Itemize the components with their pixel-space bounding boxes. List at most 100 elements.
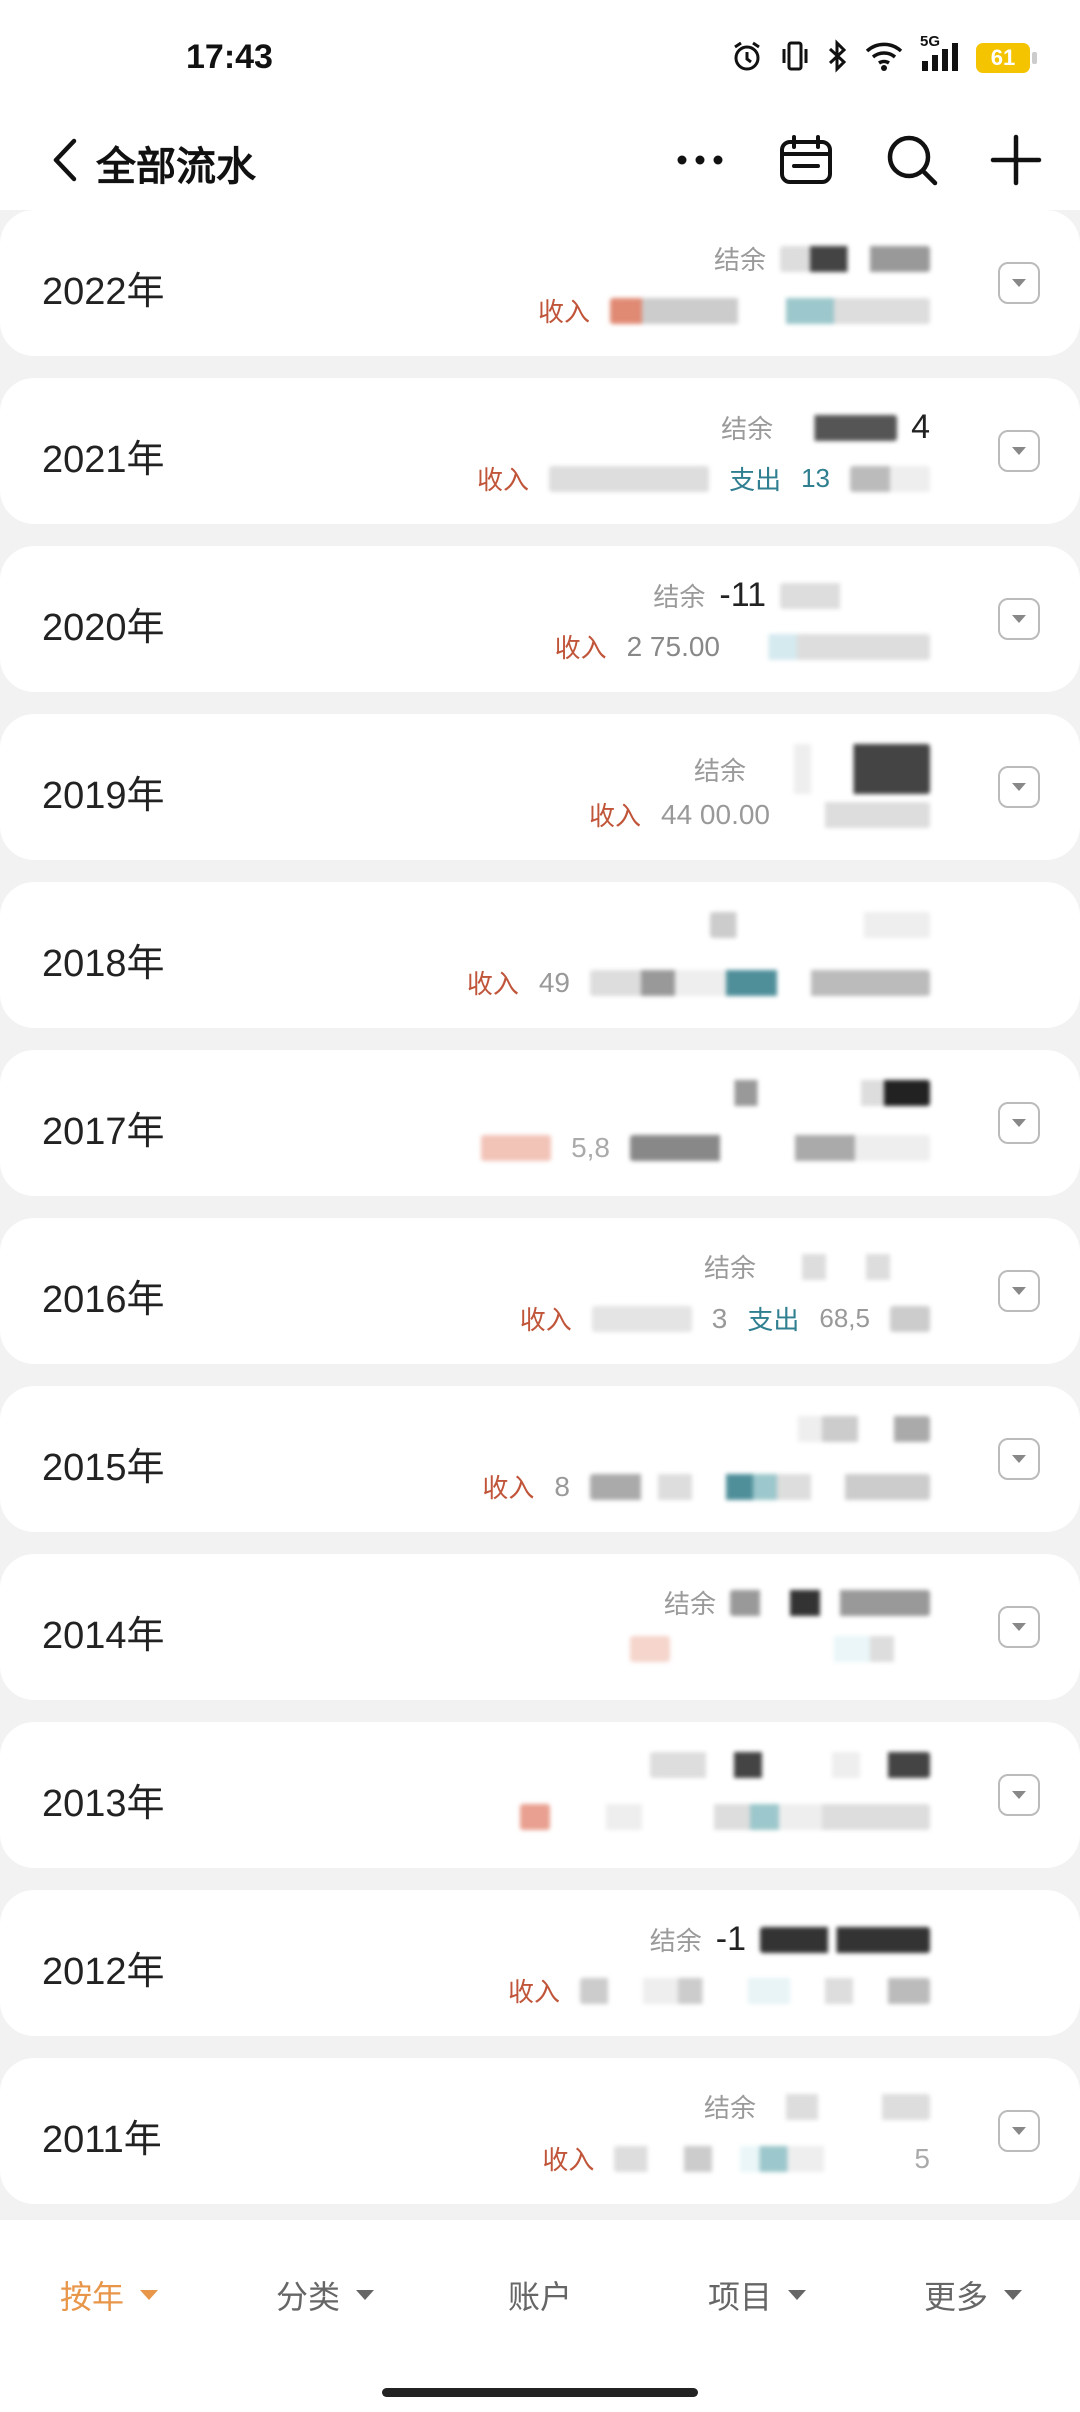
balance-summary: [650, 1752, 930, 1778]
year-row-2020[interactable]: 2020年 结余 -11 收入 2 75.00: [0, 546, 1080, 692]
expand-toggle[interactable]: [998, 262, 1040, 304]
balance-summary: 结余 4: [721, 408, 930, 447]
expand-toggle[interactable]: [998, 1270, 1040, 1312]
income-value: 5,8: [571, 1132, 610, 1163]
expense-value: 5: [914, 2142, 930, 2174]
blurred-value: [760, 1926, 930, 1953]
nav-label: 项目: [708, 2279, 773, 2315]
nav-label: 更多: [924, 2279, 989, 2315]
year-row-2014[interactable]: 2014年 结余: [0, 1554, 1080, 1700]
income-label: 收入: [588, 801, 641, 831]
search-icon: [887, 135, 938, 186]
year-row-2017[interactable]: 2017年 5,8: [0, 1050, 1080, 1196]
flow-summary: [520, 1804, 930, 1830]
year-label: 2017年: [42, 1111, 165, 1153]
chevron-down-icon: [1012, 1623, 1026, 1631]
blurred-value: [780, 582, 930, 609]
more-button[interactable]: [670, 130, 730, 190]
expand-toggle[interactable]: [998, 1102, 1040, 1144]
expand-toggle[interactable]: [998, 1438, 1040, 1480]
caret-down-icon: [788, 2290, 807, 2300]
year-row-2022[interactable]: 2022年 结余 收入: [0, 210, 1080, 356]
balance-summary: [710, 912, 930, 938]
more-icon: [677, 155, 723, 165]
blurred-value: [770, 1253, 930, 1280]
blurred-value: [481, 1135, 552, 1161]
blurred-value: [790, 801, 930, 828]
nav-project[interactable]: 项目: [708, 2272, 807, 2318]
year-row-2011[interactable]: 2011年 结余 收入 5: [0, 2058, 1080, 2204]
income-label: 收入: [519, 1305, 572, 1335]
nav-label: 账户: [508, 2279, 573, 2315]
blurred-value: [630, 1135, 930, 1161]
search-button[interactable]: [882, 130, 942, 190]
income-label: 收入: [507, 1977, 560, 2007]
balance-label: 结余: [703, 1253, 756, 1283]
year-row-2016[interactable]: 2016年 结余 收入 3 支出 68,5: [0, 1218, 1080, 1364]
caret-down-icon: [356, 2290, 375, 2300]
expand-toggle[interactable]: [998, 2110, 1040, 2152]
balance-value: -11: [719, 576, 766, 614]
expand-toggle[interactable]: [998, 1774, 1040, 1816]
add-icon: [990, 134, 1042, 186]
year-row-2018[interactable]: 2018年 收入 49: [0, 882, 1080, 1028]
year-label: 2020年: [42, 607, 165, 649]
year-label: 2016年: [42, 1279, 165, 1321]
balance-summary: 结余: [714, 240, 930, 277]
flow-summary: 收入 8: [482, 1468, 930, 1505]
nav-more[interactable]: 更多: [924, 2272, 1023, 2318]
expand-toggle[interactable]: [998, 598, 1040, 640]
year-label: 2022年: [42, 271, 165, 313]
back-icon: [53, 138, 77, 182]
flow-summary: 收入: [538, 292, 930, 329]
year-row-2021[interactable]: 2021年 结余 4 收入 支出 13: [0, 378, 1080, 524]
battery-icon: 61: [976, 43, 1037, 73]
blurred-value: [760, 744, 930, 794]
calendar-button[interactable]: [776, 130, 836, 190]
year-row-2013[interactable]: 2013年: [0, 1722, 1080, 1868]
year-row-2012[interactable]: 2012年 结余 -1 收入: [0, 1890, 1080, 2036]
chevron-down-icon: [1012, 783, 1026, 791]
blurred-value: [549, 465, 710, 492]
year-row-2015[interactable]: 2015年 收入 8: [0, 1386, 1080, 1532]
blurred-value: [710, 912, 930, 938]
status-icons: 5G 61: [730, 33, 1037, 80]
income-value: 49: [538, 966, 570, 998]
blurred-value: [520, 1804, 550, 1830]
income-label: 收入: [537, 297, 590, 327]
balance-label: 结余: [663, 1589, 716, 1619]
year-label: 2018年: [42, 943, 165, 985]
blurred-value: [690, 1636, 930, 1662]
balance-summary: 结余: [664, 1584, 930, 1621]
chevron-down-icon: [1012, 1791, 1026, 1799]
expense-value: 68,5: [819, 1303, 870, 1333]
blurred-value: [770, 2093, 930, 2120]
year-label: 2015年: [42, 1447, 165, 1489]
income-value: 44 00.00: [661, 798, 770, 830]
balance-label: 结余: [713, 245, 766, 275]
blurred-value: [650, 1752, 930, 1778]
caret-down-icon: [140, 2290, 159, 2300]
nav-by-year[interactable]: 按年: [60, 2272, 159, 2318]
expand-toggle[interactable]: [998, 766, 1040, 808]
income-label: 收入: [554, 633, 607, 663]
blurred-value: [700, 1080, 930, 1106]
balance-summary: [690, 1416, 930, 1442]
nav-label: 分类: [276, 2279, 341, 2315]
blurred-value: [590, 969, 930, 996]
balance-label: 结余: [653, 582, 706, 612]
chevron-down-icon: [1012, 447, 1026, 455]
income-label: 收入: [466, 969, 519, 999]
blurred-value: [690, 1416, 930, 1442]
home-indicator[interactable]: [382, 2388, 698, 2397]
add-button[interactable]: [986, 130, 1046, 190]
expand-toggle[interactable]: [998, 1606, 1040, 1648]
nav-account[interactable]: 账户: [508, 2272, 572, 2318]
year-row-2019[interactable]: 2019年 结余 收入 44 00.00: [0, 714, 1080, 860]
vibrate-icon: [780, 39, 810, 78]
back-button[interactable]: [44, 130, 84, 190]
income-value: 3: [711, 1302, 728, 1334]
expand-toggle[interactable]: [998, 430, 1040, 472]
balance-summary: [700, 1080, 930, 1106]
nav-category[interactable]: 分类: [276, 2272, 375, 2318]
